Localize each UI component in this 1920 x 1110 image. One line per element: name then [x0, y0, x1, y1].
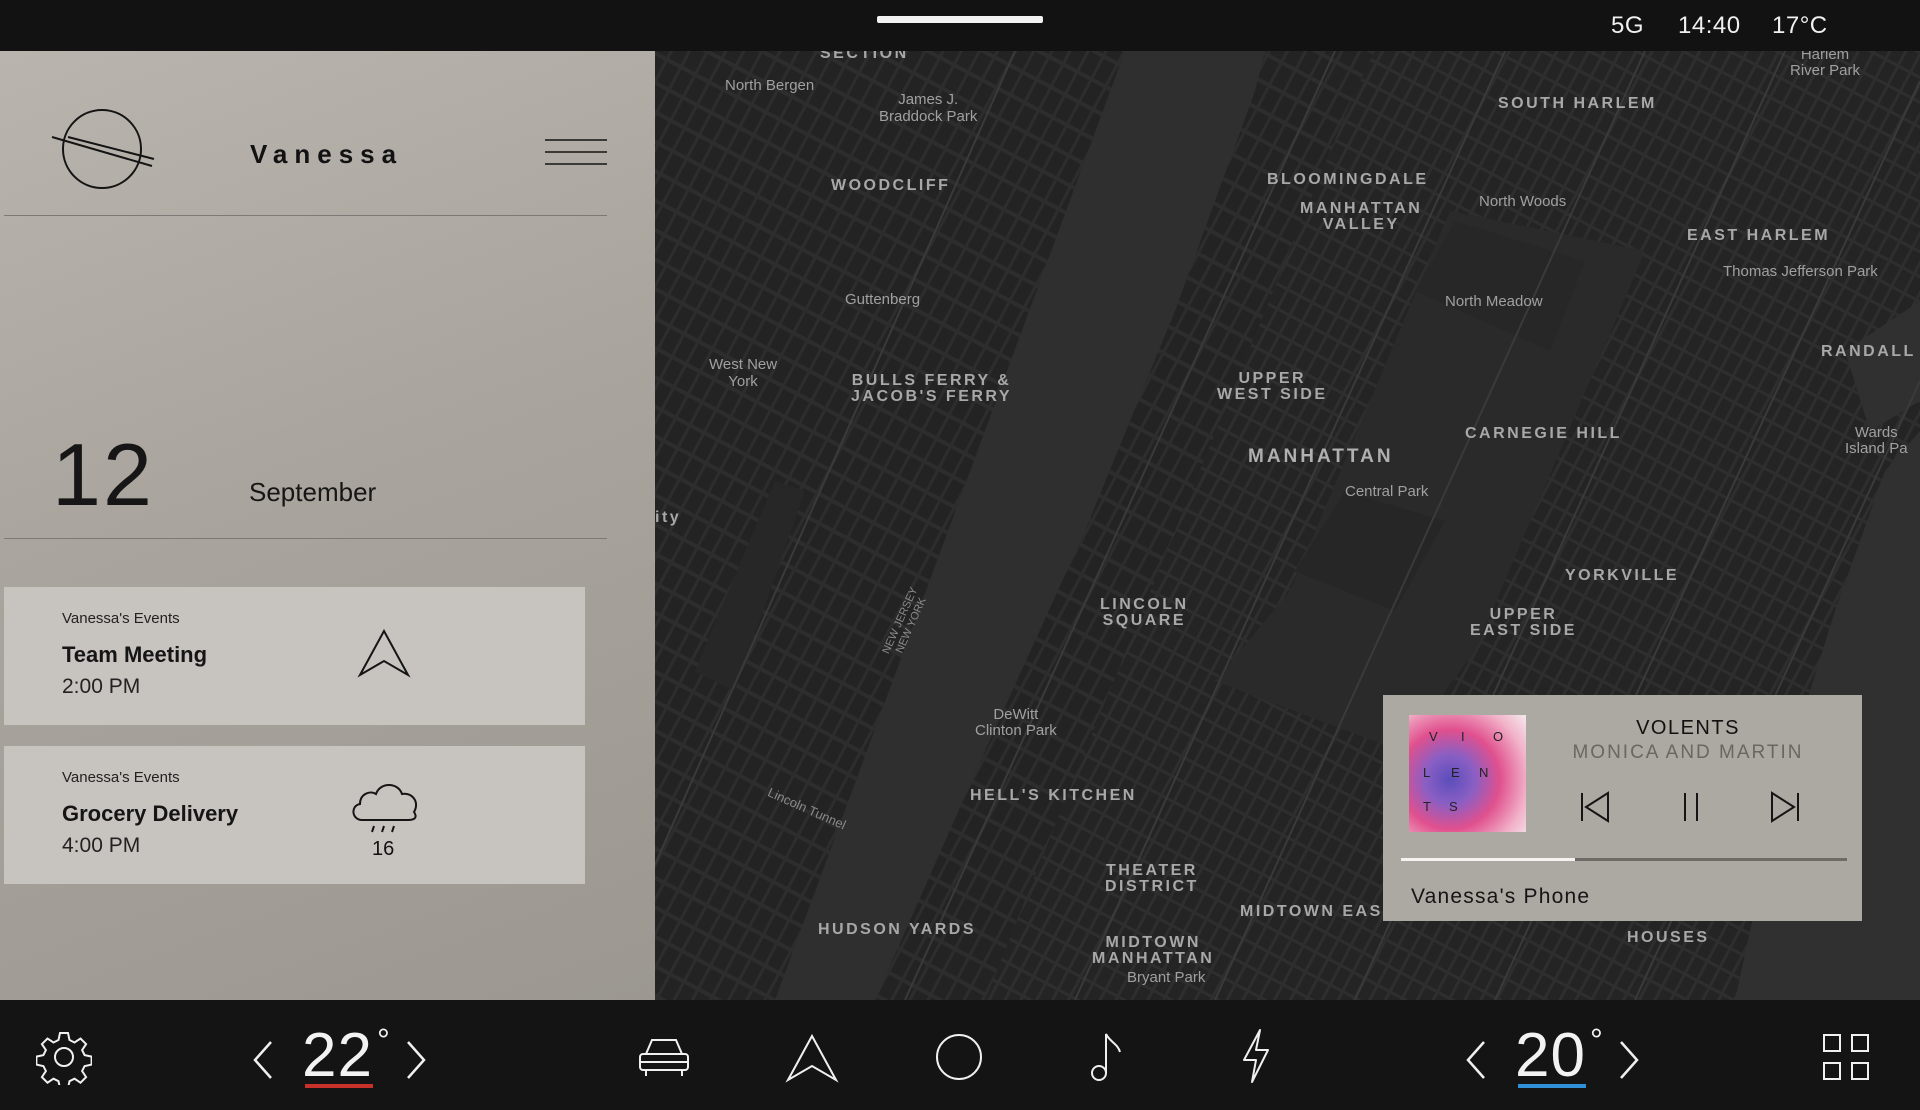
playback-device: Vanessa's Phone	[1411, 885, 1591, 908]
apps-grid-icon[interactable]	[1822, 1033, 1870, 1081]
weather-value: 16	[372, 838, 395, 860]
map-label: UPPER WEST SIDE	[1217, 370, 1328, 403]
network-indicator: 5G	[1611, 12, 1645, 39]
event-title: Team Meeting	[62, 642, 208, 667]
album-art-letter: N	[1479, 765, 1490, 780]
driver-temperature-indicator	[305, 1084, 373, 1088]
car-icon[interactable]	[636, 1034, 692, 1080]
map-label: HOUSES	[1627, 929, 1710, 946]
hamburger-menu-icon[interactable]	[545, 139, 607, 169]
event-card-team-meeting[interactable]: Vanessa's Events Team Meeting 2:00 PM	[4, 587, 585, 725]
map-label: SOUTH HARLEM	[1498, 95, 1657, 112]
map-label: CARNEGIE HILL	[1465, 425, 1622, 442]
map-label: West New York	[709, 356, 778, 390]
divider	[4, 538, 607, 539]
map-label: YORKVILLE	[1565, 567, 1680, 584]
map-label: BLOOMINGDALE	[1267, 171, 1429, 188]
event-time: 2:00 PM	[62, 675, 141, 698]
map-label: ity	[655, 509, 682, 526]
driver-temperature: 22	[302, 1021, 373, 1090]
date-day: 12	[52, 425, 154, 524]
song-title: VOLENTS	[1636, 717, 1740, 739]
bottom-bar: 22 ° 20 °	[0, 1000, 1920, 1110]
album-art-letter: O	[1493, 729, 1505, 744]
skip-next-icon[interactable]	[1764, 787, 1808, 827]
divider	[4, 215, 607, 216]
driver-temp-decrease-icon[interactable]	[251, 1040, 275, 1080]
playback-progress-fill	[1401, 858, 1575, 861]
map-label: Guttenberg	[845, 291, 921, 308]
event-time: 4:00 PM	[62, 834, 141, 857]
map-label: MANHATTAN VALLEY	[1300, 200, 1423, 233]
map-label: HELL'S KITCHEN	[970, 787, 1137, 804]
media-player[interactable]: V I O L E N T S VOLENTS MONICA AND MARTI…	[1383, 695, 1862, 921]
map-label: James J. Braddock Park	[879, 91, 978, 125]
pull-down-handle[interactable]	[877, 16, 1043, 23]
map-label: MANHATTAN	[1248, 446, 1394, 467]
map-label: Thomas Jefferson Park	[1723, 263, 1878, 280]
album-art-letter: E	[1451, 765, 1461, 780]
navigation-icon[interactable]	[784, 1032, 840, 1084]
album-art-letter: V	[1429, 729, 1439, 744]
map-view[interactable]: SECTION North Bergen James J. Braddock P…	[655, 51, 1920, 1000]
album-art[interactable]: V I O L E N T S	[1409, 715, 1526, 832]
date-month: September	[249, 477, 377, 507]
map-label: Bryant Park	[1127, 969, 1206, 986]
map-label: WOODCLIFF	[831, 177, 951, 194]
map-label: MIDTOWN EAS	[1240, 903, 1383, 920]
map-label: EAST HARLEM	[1687, 227, 1831, 244]
event-card-grocery-delivery[interactable]: Vanessa's Events Grocery Delivery 4:00 P…	[4, 746, 585, 884]
album-art-letter: S	[1449, 799, 1459, 814]
map-label: DeWitt Clinton Park	[975, 706, 1057, 739]
artist-name: MONICA AND MARTIN	[1572, 742, 1804, 763]
map-label: RANDALL	[1821, 343, 1916, 360]
status-bar: 5G 14:40 17°C	[0, 0, 1920, 51]
home-icon[interactable]	[933, 1031, 985, 1083]
music-icon[interactable]	[1086, 1030, 1126, 1084]
map-label: MIDTOWN MANHATTAN	[1092, 934, 1215, 967]
album-art-letter: T	[1423, 799, 1432, 814]
album-art-letter: I	[1461, 729, 1466, 744]
map-label: North Bergen	[725, 77, 815, 94]
passenger-temperature-degree: °	[1590, 1022, 1603, 1058]
skip-previous-icon[interactable]	[1572, 787, 1616, 827]
map-label: North Meadow	[1445, 293, 1543, 310]
clock: 14:40	[1678, 12, 1741, 39]
driver-temperature-degree: °	[377, 1022, 390, 1058]
map-label: LINCOLN SQUARE	[1100, 596, 1189, 629]
rain-cloud-icon	[352, 784, 418, 833]
map-label: Central Park	[1345, 483, 1429, 500]
map-label: BULLS FERRY & JACOB'S FERRY	[851, 372, 1013, 405]
album-art-letter: L	[1423, 765, 1432, 780]
navigation-arrow-icon[interactable]	[356, 627, 412, 679]
driver-temp-increase-icon[interactable]	[404, 1040, 428, 1080]
passenger-temperature-indicator	[1518, 1084, 1586, 1088]
outside-temperature: 17°C	[1772, 12, 1828, 39]
map-label: SECTION	[820, 51, 909, 62]
passenger-temp-increase-icon[interactable]	[1617, 1040, 1641, 1080]
event-title: Grocery Delivery	[62, 801, 239, 826]
map-label: Harlem River Park	[1790, 51, 1861, 79]
passenger-temperature: 20	[1515, 1021, 1586, 1090]
settings-icon[interactable]	[36, 1029, 92, 1085]
left-panel: Vanessa 12 September Vanessa's Events Te…	[0, 51, 655, 1000]
playback-progress-bar[interactable]	[1401, 858, 1847, 861]
brand-logo-icon	[51, 109, 155, 189]
passenger-temp-decrease-icon[interactable]	[1464, 1040, 1488, 1080]
map-label: Wards Island Pa	[1845, 424, 1908, 457]
map-label: UPPER EAST SIDE	[1470, 606, 1577, 639]
event-calendar-name: Vanessa's Events	[62, 610, 180, 627]
pause-icon[interactable]	[1669, 787, 1713, 827]
map-label: HUDSON YARDS	[818, 921, 977, 938]
profile-name[interactable]: Vanessa	[250, 139, 403, 170]
map-label: North Woods	[1479, 193, 1567, 210]
charging-icon[interactable]	[1238, 1028, 1274, 1084]
map-label: THEATER DISTRICT	[1105, 862, 1199, 895]
event-calendar-name: Vanessa's Events	[62, 769, 180, 786]
